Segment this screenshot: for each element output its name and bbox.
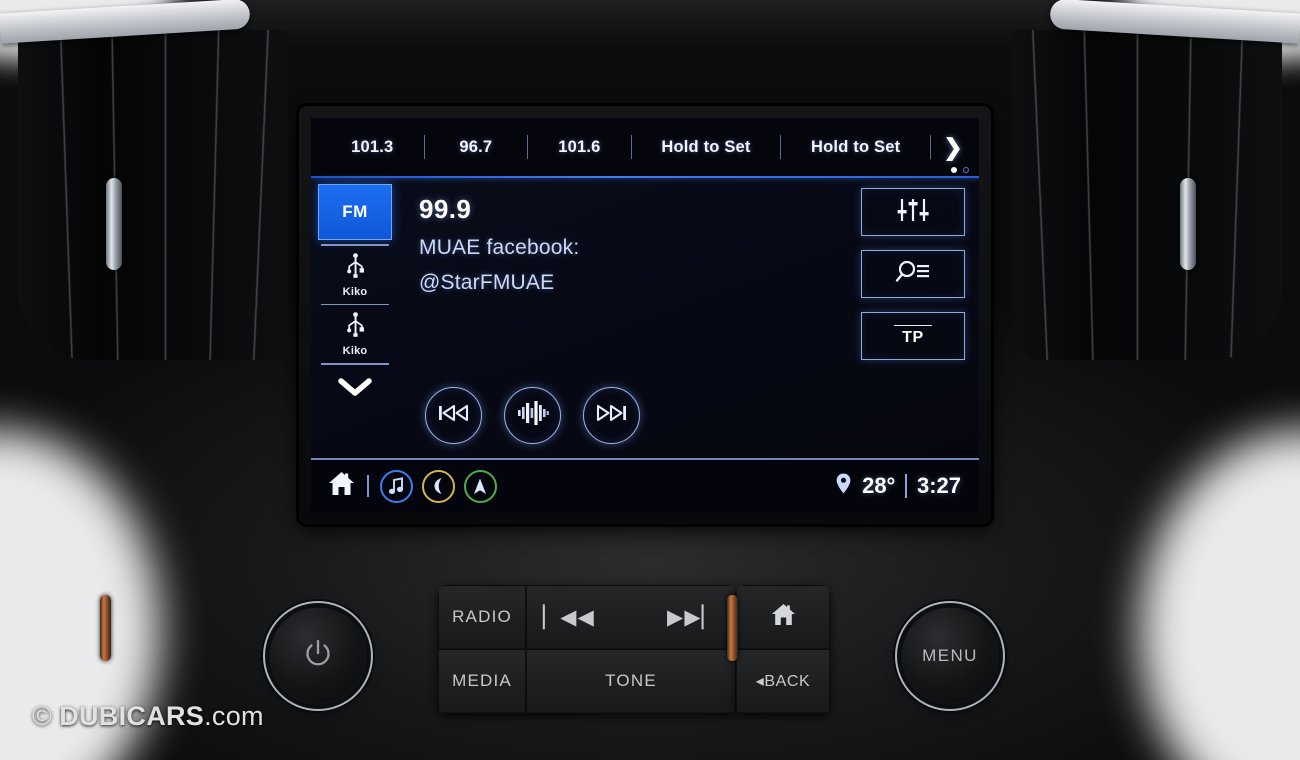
preset-button-1[interactable]: 101.3 [321, 138, 424, 157]
menu-knob[interactable]: MENU [902, 608, 998, 704]
watermark-brand: DUBICARS [59, 701, 205, 731]
preset-button-2[interactable]: 96.7 [425, 138, 528, 157]
tab-phone[interactable] [421, 469, 455, 503]
source-usb-1[interactable]: Kiko [318, 246, 392, 304]
source-usb-2[interactable]: Kiko [318, 305, 392, 363]
preset-button-3[interactable]: 101.6 [528, 138, 631, 157]
vent-thumbwheel-right[interactable] [1180, 178, 1196, 270]
source-label: Kiko [342, 285, 368, 298]
station-text-line-1: MUAE facebook: [419, 236, 580, 259]
now-playing-area: 99.9 MUAE facebook: @StarFMUAE [397, 178, 859, 458]
rewind-icon [437, 403, 470, 428]
home-hw-button[interactable] [736, 585, 830, 649]
seek-prev-icon: ▏◀◀ [542, 605, 595, 629]
waveform-icon [517, 400, 549, 431]
sidebar-divider [321, 363, 389, 365]
transport-controls [425, 387, 640, 445]
tp-button[interactable]: TP [861, 312, 965, 360]
dashboard-background: 101.3 96.7 101.6 Hold to Set Hold to Set… [0, 0, 1300, 760]
previous-track-button[interactable] [425, 387, 482, 445]
air-vent-left[interactable] [18, 30, 288, 360]
usb-icon [346, 312, 364, 343]
door-glare-right [1140, 430, 1300, 760]
location-pin-icon [835, 472, 852, 500]
hardware-button-panel-right: ◂BACK [736, 585, 830, 713]
menu-knob-label: MENU [922, 646, 978, 665]
usb-icon [346, 252, 364, 284]
taskbar-divider [311, 458, 979, 460]
preset-separator [630, 135, 632, 159]
tone-button[interactable]: TONE [526, 649, 736, 713]
search-list-icon [894, 259, 932, 290]
station-frequency: 99.9 [419, 194, 472, 224]
outside-temperature: 28° [862, 473, 896, 498]
station-text-line-2: @StarFMUAE [419, 271, 555, 294]
source-label: Kiko [342, 345, 368, 358]
taskbar-separator [367, 475, 369, 497]
panel-seam-left [100, 595, 111, 661]
browse-button[interactable] [861, 250, 965, 298]
status-separator [905, 474, 907, 498]
radio-button[interactable]: RADIO [438, 585, 526, 649]
equalizer-button[interactable] [861, 188, 965, 236]
seek-prev-button[interactable]: ▏◀◀ ▶▶▏ [526, 585, 736, 649]
source-fm-button[interactable]: FM [318, 184, 392, 240]
taskbar: 28° 3:27 [311, 460, 979, 512]
audio-waveform-button[interactable] [504, 387, 561, 445]
preset-separator [930, 135, 932, 159]
page-dot-active [951, 167, 957, 173]
source-sidebar: FM Kiko Kiko [311, 178, 397, 458]
equalizer-icon [896, 197, 930, 228]
tp-underline [894, 324, 932, 327]
preset-button-5[interactable]: Hold to Set [781, 138, 930, 157]
tab-audio[interactable] [379, 469, 413, 503]
media-button[interactable]: MEDIA [438, 649, 526, 713]
air-vent-right[interactable] [1012, 30, 1282, 360]
sidebar-divider [321, 244, 389, 246]
screen-body: FM Kiko Kiko 99.9 MUAE facebook: @StarFM… [311, 178, 979, 458]
preset-separator [527, 135, 529, 159]
chevron-down-icon[interactable] [337, 365, 373, 397]
page-dot-inactive [963, 167, 969, 173]
next-preset-page-icon[interactable]: ❯ [931, 134, 975, 161]
preset-button-4[interactable]: Hold to Set [632, 138, 781, 157]
home-icon[interactable] [327, 470, 356, 502]
vent-thumbwheel-left[interactable] [106, 178, 122, 270]
preset-separator [780, 135, 782, 159]
fast-forward-icon [595, 403, 628, 428]
sidebar-divider [321, 303, 389, 306]
infotainment-screen[interactable]: 101.3 96.7 101.6 Hold to Set Hold to Set… [311, 118, 979, 512]
preset-separator [423, 135, 425, 159]
back-hw-button[interactable]: ◂BACK [736, 649, 830, 713]
hardware-button-panel-left: RADIO ▏◀◀ ▶▶▏ MEDIA TONE [438, 585, 736, 713]
function-button-column: TP [859, 178, 979, 458]
tab-navigation[interactable] [463, 469, 497, 503]
clock: 3:27 [916, 473, 961, 498]
watermark: © DUBICARS .com [32, 701, 264, 732]
panel-seam-right [727, 595, 738, 661]
watermark-tld: .com [204, 701, 264, 731]
page-indicator-dots [951, 167, 969, 173]
power-knob[interactable] [270, 608, 366, 704]
tp-label: TP [902, 329, 924, 347]
seek-next-icon: ▶▶▏ [667, 605, 720, 629]
home-icon [770, 602, 797, 632]
next-track-button[interactable] [583, 387, 640, 445]
power-icon [302, 638, 334, 675]
radio-preset-bar: 101.3 96.7 101.6 Hold to Set Hold to Set… [311, 118, 979, 176]
copyright-symbol: © [32, 701, 53, 731]
